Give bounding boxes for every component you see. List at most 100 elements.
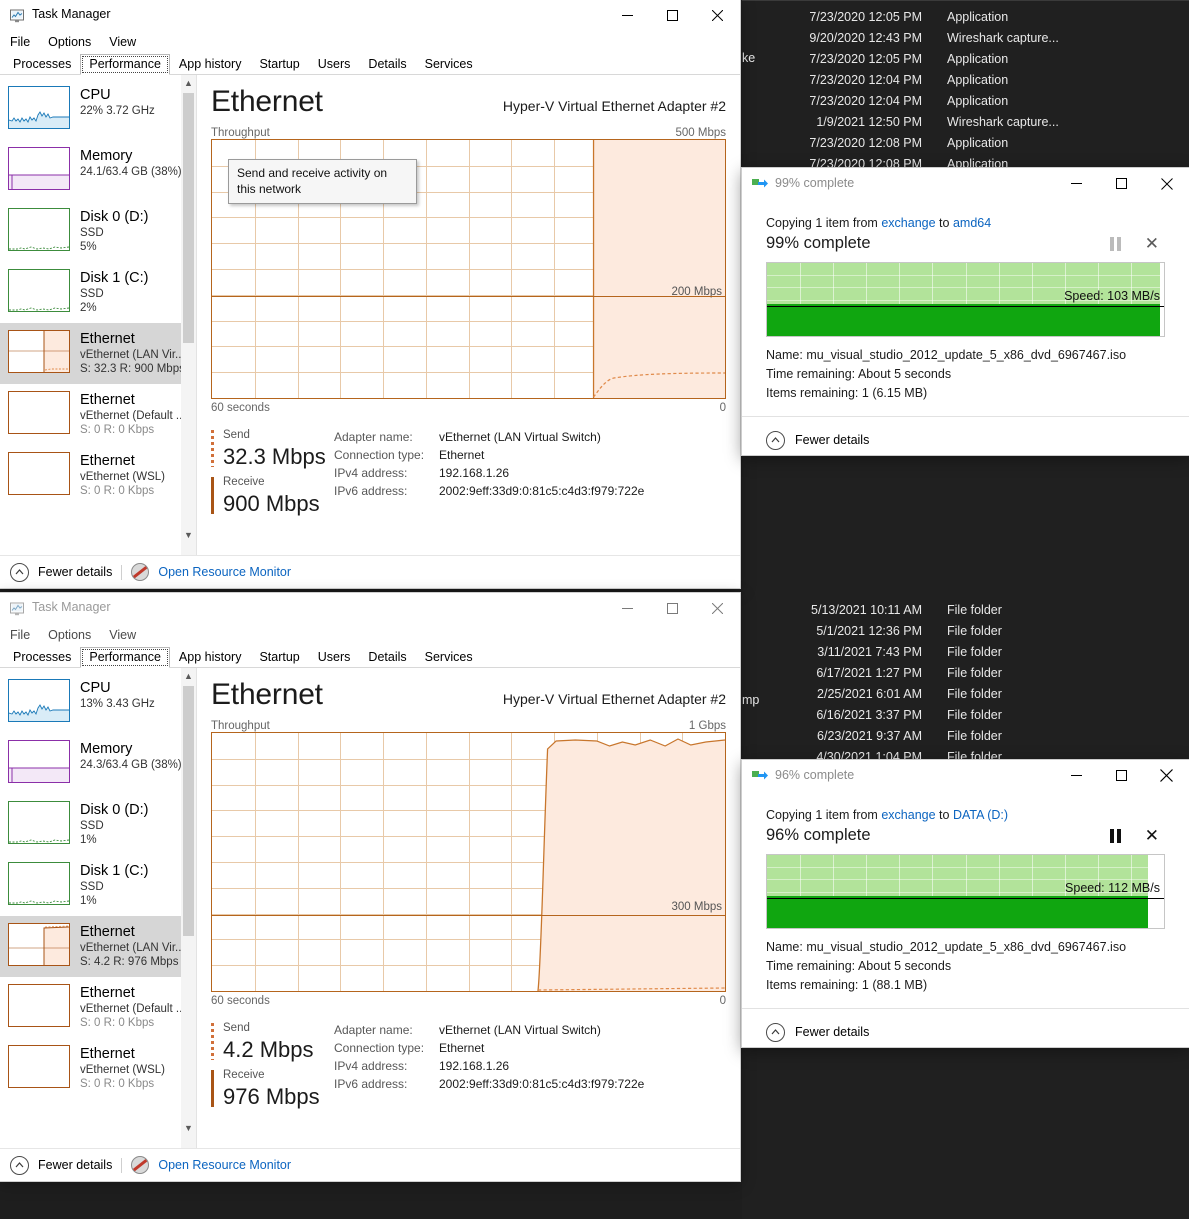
scroll-up-icon[interactable]: ▲ xyxy=(181,668,196,684)
source-link[interactable]: exchange xyxy=(881,216,935,230)
fewer-details-button[interactable]: Fewer details xyxy=(795,1025,869,1039)
open-resource-monitor-link[interactable]: Open Resource Monitor xyxy=(158,1158,291,1172)
sidebar-item-disk-0-d[interactable]: Disk 0 (D:) SSD 5% xyxy=(0,201,196,262)
titlebar[interactable]: 99% complete xyxy=(742,168,1189,200)
tab-app-history[interactable]: App history xyxy=(170,54,251,75)
tab-strip[interactable]: Processes Performance App history Startup Us… xyxy=(0,646,740,668)
fewer-details-button[interactable]: Fewer details xyxy=(38,565,112,579)
sidebar-scrollbar[interactable]: ▲ ▼ xyxy=(181,75,196,577)
sidebar-item-ethernet[interactable]: Ethernet vEthernet (WSL) S: 0 R: 0 Kbps xyxy=(0,445,196,506)
tab-processes[interactable]: Processes xyxy=(4,54,80,75)
tab-services[interactable]: Services xyxy=(416,54,482,75)
window-controls[interactable] xyxy=(605,593,740,624)
sidebar-item-disk-0-d[interactable]: Disk 0 (D:) SSD 1% xyxy=(0,794,196,855)
minimize-button[interactable] xyxy=(1054,760,1099,791)
menu-item-file[interactable]: File xyxy=(10,628,30,642)
window-controls[interactable] xyxy=(1054,760,1189,791)
explorer-row[interactable]: 6/23/2021 9:37 AM File folder xyxy=(742,726,1189,747)
sidebar-item-memory[interactable]: Memory 24.3/63.4 GB (38%) xyxy=(0,733,196,794)
sidebar-item-disk-1-c[interactable]: Disk 1 (C:) SSD 2% xyxy=(0,262,196,323)
chevron-up-icon[interactable] xyxy=(766,430,785,450)
tab-startup[interactable]: Startup xyxy=(250,54,308,75)
scroll-down-icon[interactable]: ▼ xyxy=(181,1120,196,1136)
source-link[interactable]: exchange xyxy=(881,808,935,822)
tab-startup[interactable]: Startup xyxy=(250,647,308,668)
task-manager-window-2[interactable]: Task Manager File Options View Processes Pe… xyxy=(0,593,740,1181)
throughput-graph[interactable]: 200 Mbps Send and receive activity on th… xyxy=(211,139,726,399)
close-button[interactable] xyxy=(1144,760,1189,791)
tab-details[interactable]: Details xyxy=(359,54,415,75)
sidebar-item-ethernet[interactable]: Ethernet vEthernet (LAN Vir... S: 4.2 R: 9… xyxy=(0,916,196,977)
minimize-button[interactable] xyxy=(605,593,650,624)
tab-performance[interactable]: Performance xyxy=(80,54,170,75)
chevron-up-icon[interactable] xyxy=(10,562,29,582)
pause-icon[interactable] xyxy=(1109,236,1123,251)
copy-dialog-2[interactable]: 96% complete Copying 1 item from exchang… xyxy=(742,760,1189,1047)
performance-sidebar[interactable]: CPU 13% 3.43 GHz Memory 24.3/63.4 GB (38%) D… xyxy=(0,668,197,1170)
titlebar[interactable]: Task Manager xyxy=(0,0,740,31)
close-button[interactable] xyxy=(1144,168,1189,199)
task-manager-window-1[interactable]: Task Manager File Options View Processes Pe… xyxy=(0,0,740,588)
sidebar-item-ethernet[interactable]: Ethernet vEthernet (LAN Vir... S: 32.3 R: … xyxy=(0,323,196,384)
explorer-row[interactable]: 5/1/2021 12:36 PM File folder xyxy=(742,621,1189,642)
resource-monitor-icon[interactable] xyxy=(131,1156,150,1174)
tab-details[interactable]: Details xyxy=(359,647,415,668)
resource-monitor-icon[interactable] xyxy=(131,563,150,581)
explorer-row[interactable]: 9/20/2020 12:43 PM Wireshark capture... xyxy=(742,28,1189,49)
chevron-up-icon[interactable] xyxy=(766,1022,785,1042)
sidebar-scrollbar[interactable]: ▲ ▼ xyxy=(181,668,196,1170)
explorer-row[interactable]: 7/23/2020 12:04 PM Application xyxy=(742,91,1189,112)
transfer-controls[interactable]: ✕ xyxy=(1109,235,1165,252)
sidebar-item-ethernet[interactable]: Ethernet vEthernet (Default ... S: 0 R: 0 … xyxy=(0,384,196,445)
window-footer[interactable]: Fewer details Open Resource Monitor xyxy=(0,1148,740,1181)
tab-performance[interactable]: Performance xyxy=(80,647,170,668)
dialog-footer[interactable]: Fewer details xyxy=(742,416,1189,463)
minimize-button[interactable] xyxy=(1054,168,1099,199)
copy-dialog-1[interactable]: 99% complete Copying 1 item from exchang… xyxy=(742,168,1189,455)
sidebar-item-disk-1-c[interactable]: Disk 1 (C:) SSD 1% xyxy=(0,855,196,916)
close-button[interactable] xyxy=(695,593,740,624)
menu-item-view[interactable]: View xyxy=(109,628,136,642)
destination-link[interactable]: amd64 xyxy=(953,216,991,230)
explorer-file-list-top[interactable]: ke 7/23/2020 12:05 PM Application 9/20/202… xyxy=(742,0,1189,175)
tab-app-history[interactable]: App history xyxy=(170,647,251,668)
performance-sidebar[interactable]: CPU 22% 3.72 GHz Memory 24.1/63.4 GB (38%) D… xyxy=(0,75,197,577)
maximize-button[interactable] xyxy=(1099,168,1144,199)
window-footer[interactable]: Fewer details Open Resource Monitor xyxy=(0,555,740,588)
sidebar-item-cpu[interactable]: CPU 22% 3.72 GHz xyxy=(0,79,196,140)
menu-item-file[interactable]: File xyxy=(10,35,30,49)
explorer-row[interactable]: 3/11/2021 7:43 PM File folder xyxy=(742,642,1189,663)
explorer-row[interactable]: 7/23/2020 12:08 PM Application xyxy=(742,133,1189,154)
explorer-row[interactable]: 1/9/2021 12:50 PM Wireshark capture... xyxy=(742,112,1189,133)
explorer-row[interactable]: 7/23/2020 12:04 PM Application xyxy=(742,70,1189,91)
menu-item-view[interactable]: View xyxy=(109,35,136,49)
scrollbar-thumb[interactable] xyxy=(183,686,194,936)
maximize-button[interactable] xyxy=(1099,760,1144,791)
fewer-details-button[interactable]: Fewer details xyxy=(795,433,869,447)
sidebar-item-ethernet[interactable]: Ethernet vEthernet (WSL) S: 0 R: 0 Kbps xyxy=(0,1038,196,1099)
pause-icon[interactable] xyxy=(1109,828,1123,843)
scroll-down-icon[interactable]: ▼ xyxy=(181,527,196,543)
tab-users[interactable]: Users xyxy=(309,647,360,668)
menu-item-options[interactable]: Options xyxy=(48,35,91,49)
explorer-row[interactable]: 5/13/2021 10:11 AM File folder xyxy=(742,600,1189,621)
scroll-up-icon[interactable]: ▲ xyxy=(181,75,196,91)
window-controls[interactable] xyxy=(605,0,740,31)
explorer-row[interactable]: 2/25/2021 6:01 AM File folder xyxy=(742,684,1189,705)
destination-link[interactable]: DATA (D:) xyxy=(953,808,1008,822)
maximize-button[interactable] xyxy=(650,0,695,31)
titlebar[interactable]: Task Manager xyxy=(0,593,740,624)
tab-users[interactable]: Users xyxy=(309,54,360,75)
explorer-row[interactable]: 6/16/2021 3:37 PM File folder xyxy=(742,705,1189,726)
tab-services[interactable]: Services xyxy=(416,647,482,668)
tab-strip[interactable]: Processes Performance App history Startup Us… xyxy=(0,53,740,75)
open-resource-monitor-link[interactable]: Open Resource Monitor xyxy=(158,565,291,579)
menu-bar[interactable]: File Options View xyxy=(0,624,740,646)
minimize-button[interactable] xyxy=(605,0,650,31)
explorer-row[interactable]: 7/23/2020 12:05 PM Application xyxy=(742,49,1189,70)
tab-processes[interactable]: Processes xyxy=(4,647,80,668)
transfer-controls[interactable]: ✕ xyxy=(1109,827,1165,844)
cancel-icon[interactable]: ✕ xyxy=(1145,827,1159,844)
scrollbar-thumb[interactable] xyxy=(183,93,194,343)
sidebar-item-cpu[interactable]: CPU 13% 3.43 GHz xyxy=(0,672,196,733)
